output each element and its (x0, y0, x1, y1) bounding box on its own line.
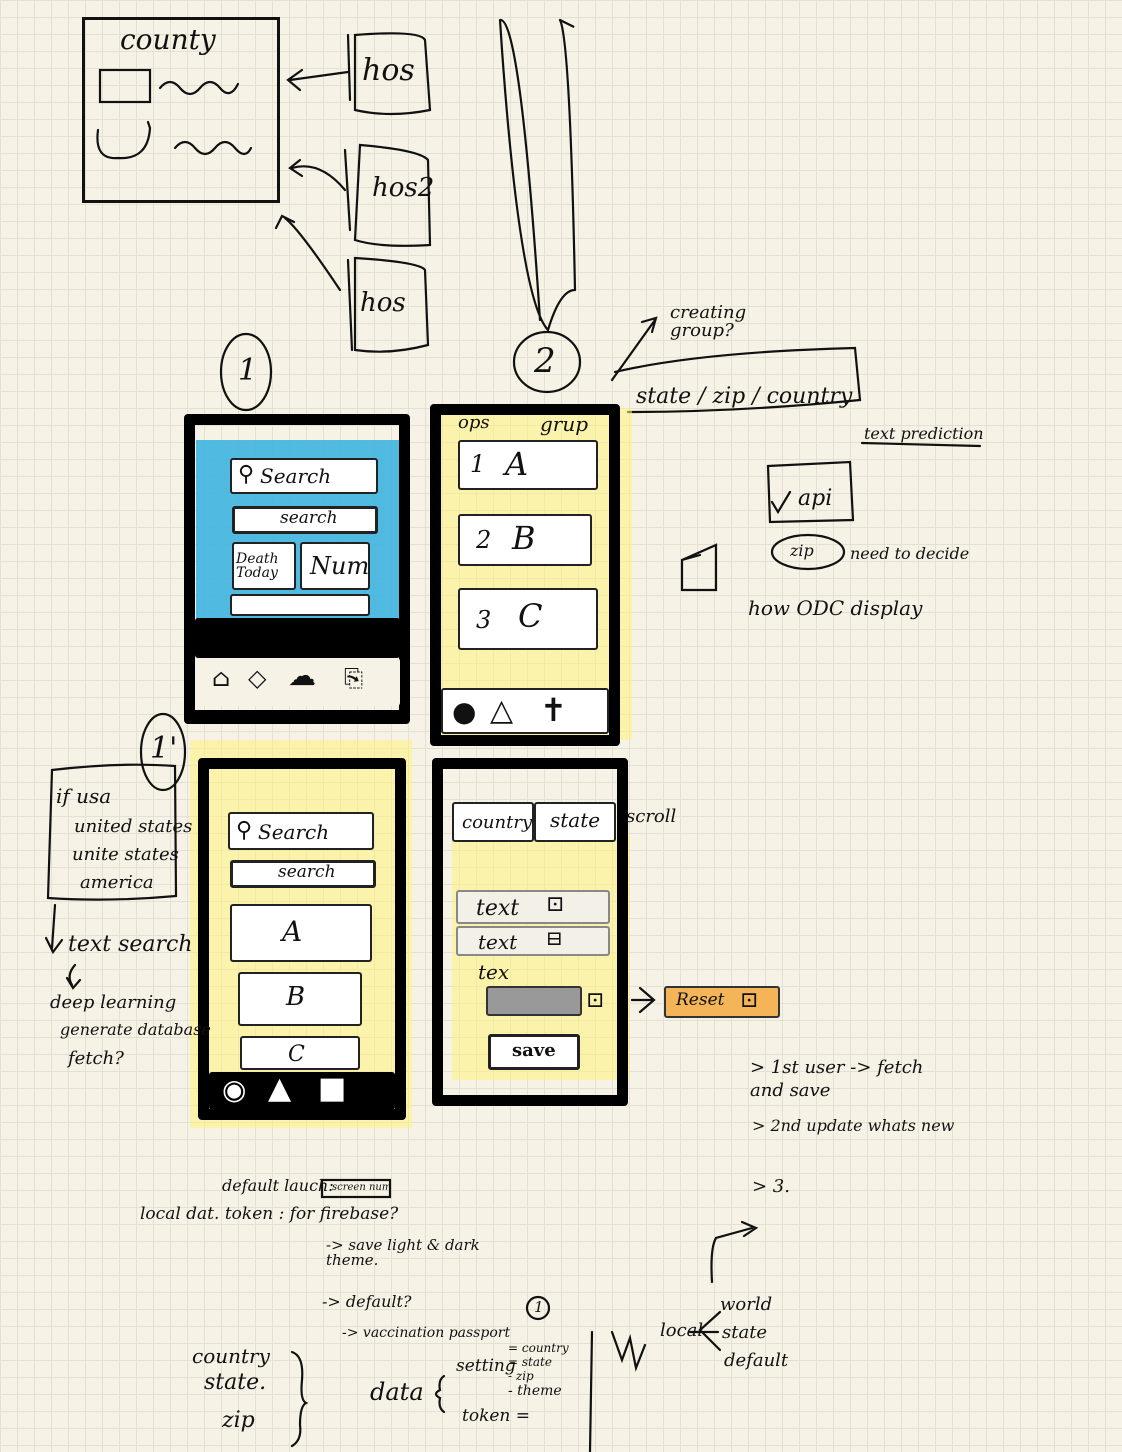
note-world: world (720, 1294, 773, 1315)
note-third: > 3. (752, 1176, 790, 1197)
home-icon[interactable]: ⌂ (212, 666, 230, 690)
shape-icon[interactable]: ◇ (248, 666, 266, 690)
search-icon: ⚲ (238, 462, 255, 487)
circle-icon[interactable]: ◉ (222, 1076, 246, 1104)
note-vaccination: -> vaccination passport (342, 1325, 511, 1341)
note-text-prediction: text prediction (864, 424, 984, 443)
circle-icon[interactable]: ● (452, 698, 476, 726)
mockup4-tab-country-label: country (462, 812, 533, 833)
mockup1-divider (195, 618, 400, 658)
note-first-user: > 1st user -> fetch and save (750, 1057, 924, 1102)
note-data: data (370, 1378, 424, 1406)
mockup2-header: grup (540, 412, 589, 436)
note-deep-learning-1: deep learning (50, 992, 177, 1013)
note-need-to-decide: need to decide (850, 544, 970, 563)
note-setting-state: = state (508, 1355, 552, 1369)
mockup3-item-c-label: C (288, 1042, 305, 1067)
note-default-launch: default lauch: (222, 1176, 334, 1195)
note-local-dat: local dat. token : for firebase? (140, 1204, 399, 1224)
hos-label-1: hos (362, 53, 415, 88)
triangle-icon[interactable]: △ (490, 696, 513, 726)
note-zip-bottom: zip (222, 1408, 255, 1433)
mockup2-item-b-label: B (512, 519, 536, 557)
mockup3-item-a-label: A (282, 915, 303, 948)
note-deep-learning-3: fetch? (68, 1048, 124, 1069)
note-second-update: > 2nd update whats new (752, 1116, 955, 1135)
mockup3-search-text: Search (258, 820, 330, 844)
mockup2-item-a-mark: 1 (470, 450, 486, 478)
note-setting-theme: - theme (508, 1383, 562, 1399)
mockup1-search-button-label: search (280, 508, 338, 528)
note-save-theme: -> save light & dark theme. (326, 1236, 480, 1269)
note-usa-4: america (80, 872, 154, 893)
mockup4-save-label: save (512, 1040, 556, 1061)
hos-label-2: hos2 (372, 173, 435, 203)
toggle-icon[interactable]: ⊟ (546, 928, 563, 948)
mockup1-card-left-text: Death Today (236, 551, 279, 581)
reset-callout-label: Reset (676, 990, 725, 1010)
toggle-icon[interactable]: ⊡ (546, 894, 564, 916)
note-usa-2: united states (74, 816, 193, 837)
note-usa-1: if usa (56, 784, 112, 808)
cloud-icon[interactable]: ☁ (288, 662, 316, 690)
mockup2-item-a-label: A (505, 445, 529, 483)
note-state: state. (204, 1370, 267, 1395)
note-world-default: default (724, 1350, 789, 1371)
mockup2-header-left: ops (458, 412, 490, 433)
note-screen-num: screen num (332, 1182, 392, 1193)
mockup4-row-3-label: tex (478, 960, 510, 984)
note-state-zip-country: state / zip / country (636, 384, 853, 409)
mockup1-search-text: Search (260, 464, 332, 488)
mockup4-tab-state-label: state (550, 808, 601, 832)
mockup2-item-c-label: C (518, 597, 543, 635)
note-setting-zip: - zip (508, 1369, 534, 1383)
county-label: county (120, 23, 216, 56)
mockup4-row-2-label: text (478, 930, 518, 954)
hos-label-3: hos (360, 288, 406, 318)
mockup4-row-1-label: text (476, 896, 520, 921)
mockup2-item-b-mark: 2 (476, 526, 492, 554)
plus-icon[interactable]: ✝ (540, 694, 567, 726)
mockup3-number: 1' (150, 731, 178, 766)
search-icon: ⚲ (236, 818, 253, 843)
note-local: local (660, 1320, 704, 1341)
note-circle-one: 1 (534, 1298, 544, 1316)
note-setting: setting (456, 1356, 516, 1376)
square-icon[interactable]: ■ (318, 1074, 346, 1104)
mockup1-card-right-text: Num (310, 552, 370, 580)
mockup4-row-4[interactable] (486, 986, 582, 1016)
mockup1-bottom-card[interactable] (230, 594, 370, 616)
note-default-q: -> default? (322, 1292, 412, 1311)
toggle-icon: ⊡ (740, 988, 759, 1013)
note-text-search: text search (68, 932, 193, 957)
mockup4-tab-note: scroll (626, 806, 677, 827)
note-creating-group: creating group? (670, 302, 747, 341)
note-zip: zip (790, 541, 814, 560)
mockup2-item-c-mark: 3 (476, 606, 492, 634)
triangle-icon[interactable]: ▲ (268, 1074, 291, 1104)
toggle-icon[interactable]: ⊡ (586, 990, 604, 1012)
mockup3-item-b-label: B (286, 982, 306, 1012)
note-country: country (192, 1344, 270, 1368)
note-setting-country: = country (508, 1341, 569, 1355)
note-usa-3: unite states (72, 844, 179, 865)
note-token: token = (462, 1406, 531, 1426)
mockup2-number: 2 (534, 341, 556, 381)
mockup1-number: 1 (238, 353, 258, 388)
note-how-odc-display: how ODC display (748, 596, 923, 620)
note-world-state: state (722, 1322, 768, 1343)
note-api: api (798, 486, 833, 511)
note-deep-learning-2: generate database (60, 1020, 211, 1039)
share-icon[interactable]: ⎘ (344, 666, 363, 690)
mockup3-search-button-label: search (278, 862, 336, 882)
